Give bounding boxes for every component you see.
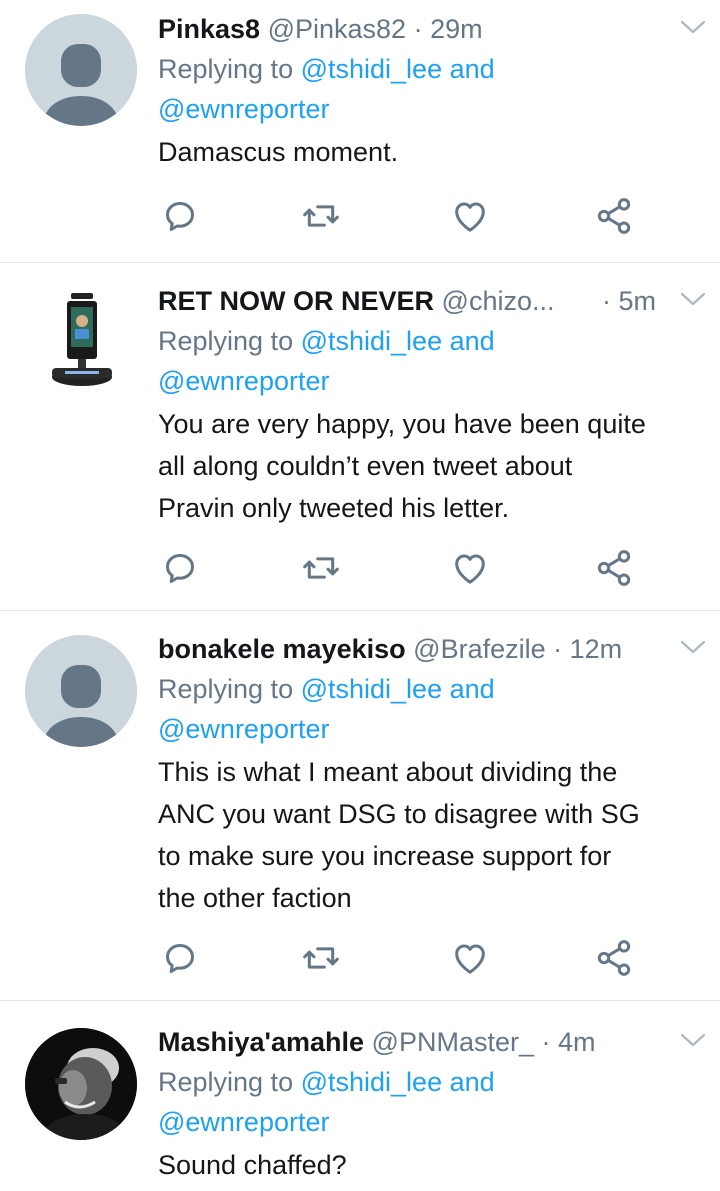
author-handle[interactable]: @chizo... <box>442 286 555 316</box>
tweet-text-line: Sound chaffed? <box>158 1150 347 1180</box>
separator: · <box>545 634 570 664</box>
tweet-actions <box>158 938 638 978</box>
tweet-actions <box>158 548 638 588</box>
replying-to: Replying to @tshidi_lee and @ewnreporter <box>158 49 708 129</box>
replying-to: Replying to @tshidi_lee and @ewnreporter <box>158 669 708 749</box>
share-icon[interactable] <box>594 196 634 236</box>
retweet-icon[interactable] <box>301 938 341 978</box>
tweet-card[interactable]: bonakele mayekiso @Brafezile · 12m Reply… <box>0 611 720 1001</box>
tweet-text: Sound chaffed? <box>158 1144 708 1186</box>
author-handle[interactable]: @Brafezile <box>413 634 545 664</box>
author-name[interactable]: Mashiya'amahle <box>158 1027 364 1057</box>
tweet-text-line: Damascus moment. <box>158 137 399 167</box>
kiosk-device-avatar[interactable] <box>25 285 137 397</box>
mention-link[interactable]: @ewnreporter <box>158 1107 329 1137</box>
like-icon[interactable] <box>450 196 490 236</box>
and-word[interactable]: and <box>442 1067 495 1097</box>
mention-link[interactable]: @ewnreporter <box>158 366 329 396</box>
tweet-actions <box>158 196 638 236</box>
like-icon[interactable] <box>450 548 490 588</box>
default-avatar[interactable] <box>25 635 137 747</box>
retweet-icon[interactable] <box>301 196 341 236</box>
share-icon[interactable] <box>594 548 634 588</box>
share-icon[interactable] <box>594 938 634 978</box>
tweet-header: Pinkas8 @Pinkas82 · 29m <box>158 9 708 49</box>
mention-link[interactable]: @tshidi_lee <box>301 54 443 84</box>
reply-icon[interactable] <box>160 938 200 978</box>
separator: · <box>601 286 619 316</box>
tweet-text: You are very happy, you have been quite … <box>158 403 708 529</box>
retweet-icon[interactable] <box>301 548 341 588</box>
replying-to-label: Replying to <box>158 1067 301 1097</box>
tweet-text-line: ANC you want DSG to disagree with SG <box>158 799 640 829</box>
chevron-down-icon[interactable] <box>678 287 708 311</box>
tweet-card[interactable]: Pinkas8 @Pinkas82 · 29m Replying to @tsh… <box>0 0 720 263</box>
mention-link[interactable]: @tshidi_lee <box>301 1067 443 1097</box>
tweet-text-line: all along couldn’t even tweet about <box>158 451 573 481</box>
replying-to: Replying to @tshidi_lee and @ewnreporter <box>158 321 708 401</box>
author-name[interactable]: Pinkas8 <box>158 14 260 44</box>
and-word[interactable]: and <box>442 674 495 704</box>
chevron-down-icon[interactable] <box>678 15 708 39</box>
timestamp[interactable]: 12m <box>570 634 623 664</box>
mention-link[interactable]: @ewnreporter <box>158 714 329 744</box>
tweet-text-line: You are very happy, you have been quite <box>158 409 646 439</box>
tweet-card[interactable]: Mashiya'amahle @PNMaster_ · 4m Replying … <box>0 1001 720 1191</box>
tweet-text: Damascus moment. <box>158 131 708 173</box>
reply-icon[interactable] <box>160 548 200 588</box>
chevron-down-icon[interactable] <box>678 635 708 659</box>
replying-to-label: Replying to <box>158 54 301 84</box>
tweet-text: This is what I meant about dividing the … <box>158 751 708 919</box>
author-handle[interactable]: @PNMaster_ <box>372 1027 534 1057</box>
like-icon[interactable] <box>450 938 490 978</box>
timestamp[interactable]: 4m <box>558 1027 596 1057</box>
man-photo-avatar[interactable] <box>25 1028 137 1140</box>
tweet-text-line: the other faction <box>158 883 352 913</box>
reply-icon[interactable] <box>160 196 200 236</box>
tweet-header: RET NOW OR NEVER @chizo... · 5m <box>158 281 708 321</box>
chevron-down-icon[interactable] <box>678 1028 708 1052</box>
timestamp[interactable]: 5m <box>618 286 656 316</box>
tweet-header: Mashiya'amahle @PNMaster_ · 4m <box>158 1022 708 1062</box>
timestamp[interactable]: 29m <box>430 14 483 44</box>
replying-to-label: Replying to <box>158 326 301 356</box>
tweet-card[interactable]: RET NOW OR NEVER @chizo... · 5m Replying… <box>0 263 720 611</box>
tweet-text-line: This is what I meant about dividing the <box>158 757 618 787</box>
separator: · <box>406 14 431 44</box>
default-avatar[interactable] <box>25 14 137 126</box>
mention-link[interactable]: @ewnreporter <box>158 94 329 124</box>
mention-link[interactable]: @tshidi_lee <box>301 674 443 704</box>
replying-to-label: Replying to <box>158 674 301 704</box>
separator: · <box>534 1027 558 1057</box>
and-word[interactable]: and <box>442 54 495 84</box>
replying-to: Replying to @tshidi_lee and @ewnreporter <box>158 1062 708 1142</box>
tweet-header: bonakele mayekiso @Brafezile · 12m <box>158 629 708 669</box>
author-name[interactable]: bonakele mayekiso <box>158 634 406 664</box>
author-name[interactable]: RET NOW OR NEVER <box>158 286 434 316</box>
mention-link[interactable]: @tshidi_lee <box>301 326 443 356</box>
author-handle[interactable]: @Pinkas82 <box>268 14 406 44</box>
tweet-text-line: to make sure you increase support for <box>158 841 612 871</box>
and-word[interactable]: and <box>442 326 495 356</box>
tweet-text-line: Pravin only tweeted his letter. <box>158 493 510 523</box>
